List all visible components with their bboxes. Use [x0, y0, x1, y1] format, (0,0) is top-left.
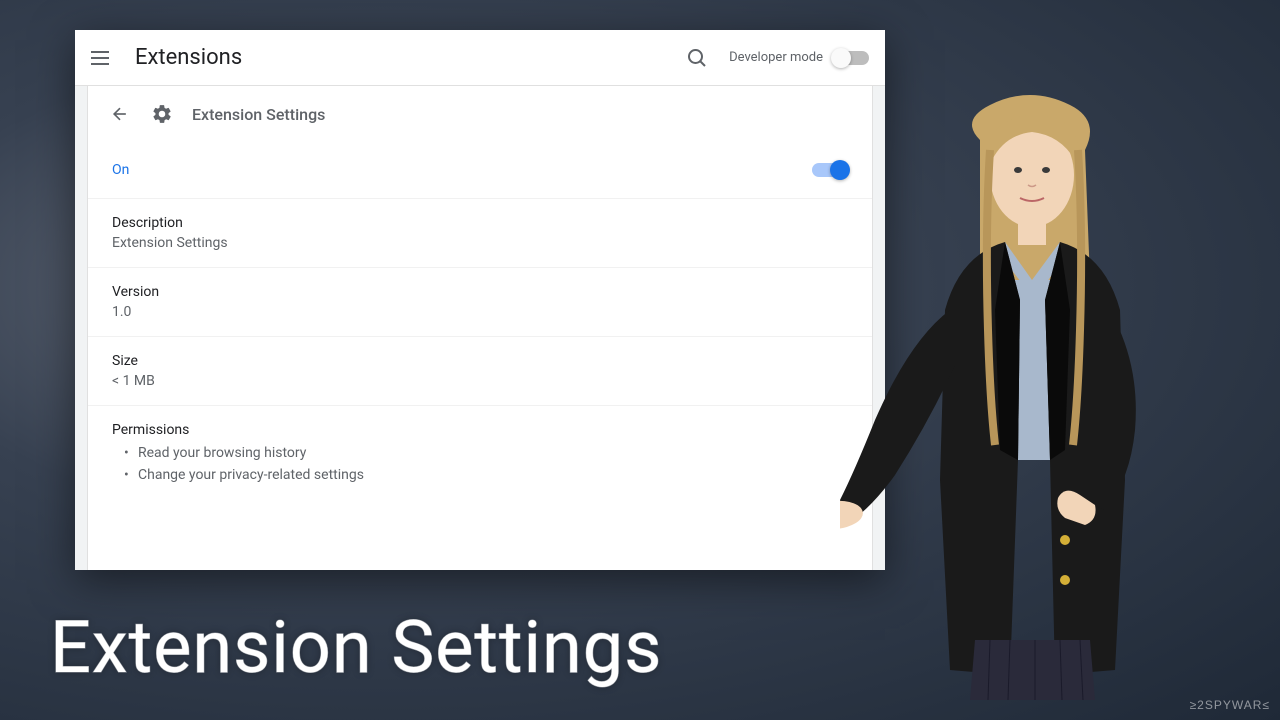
content-area: Extension Settings On Description Extens…	[75, 86, 885, 570]
permissions-section: Permissions Read your browsing history C…	[88, 406, 872, 503]
description-value: Extension Settings	[112, 235, 848, 251]
search-icon[interactable]	[685, 46, 709, 70]
enable-section: On	[88, 142, 872, 199]
on-label: On	[112, 162, 129, 178]
version-label: Version	[112, 284, 848, 300]
extensions-window: Extensions Developer mode Extension Sett…	[75, 30, 885, 570]
permissions-label: Permissions	[112, 422, 848, 438]
detail-header: Extension Settings	[88, 86, 872, 142]
permission-item: Change your privacy-related settings	[124, 464, 848, 486]
description-section: Description Extension Settings	[88, 199, 872, 268]
extension-name: Extension Settings	[192, 105, 325, 124]
presenter-figure	[840, 80, 1220, 700]
watermark: ≥2SPYWAR≤	[1190, 698, 1270, 712]
size-label: Size	[112, 353, 848, 369]
version-value: 1.0	[112, 304, 848, 320]
topbar: Extensions Developer mode	[75, 30, 885, 86]
menu-icon[interactable]	[91, 46, 115, 70]
version-section: Version 1.0	[88, 268, 872, 337]
developer-mode-toggle[interactable]	[833, 51, 869, 65]
description-label: Description	[112, 215, 848, 231]
page-title: Extensions	[135, 45, 685, 70]
size-section: Size < 1 MB	[88, 337, 872, 406]
permissions-list: Read your browsing history Change your p…	[112, 442, 848, 487]
developer-mode-control: Developer mode	[729, 50, 869, 65]
size-value: < 1 MB	[112, 373, 848, 389]
gear-icon	[150, 102, 174, 126]
developer-mode-label: Developer mode	[729, 50, 823, 65]
extension-detail-panel: Extension Settings On Description Extens…	[87, 86, 873, 570]
overlay-title: Extension Settings	[50, 605, 662, 690]
permission-item: Read your browsing history	[124, 442, 848, 464]
back-arrow-icon[interactable]	[108, 102, 132, 126]
